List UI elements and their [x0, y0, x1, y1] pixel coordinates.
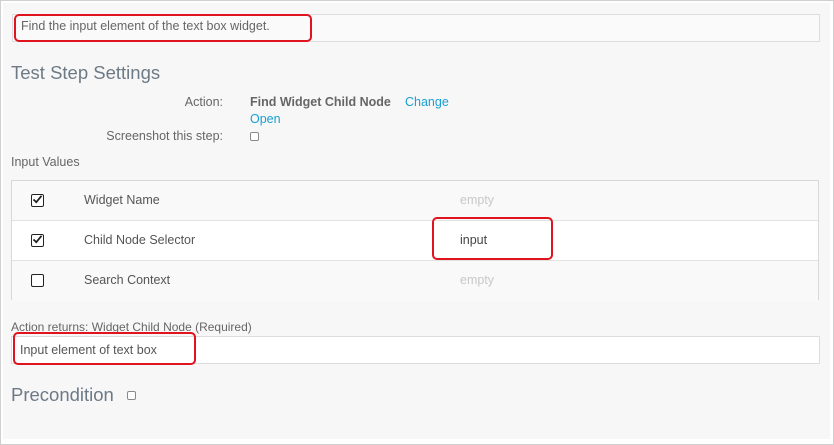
section-title-test-step-settings: Test Step Settings [11, 62, 161, 83]
checkmark-icon [32, 195, 43, 204]
input-values-label: Input Values [11, 155, 80, 169]
row-name: Search Context [84, 273, 171, 287]
section-title-precondition: Precondition [11, 384, 114, 405]
highlight-box-description [14, 14, 312, 42]
open-action-link[interactable]: Open [250, 112, 281, 126]
action-value: Find Widget Child Node [250, 95, 391, 109]
row-checkbox-unchecked[interactable] [31, 274, 44, 287]
table-row: Search Context empty [12, 261, 818, 301]
highlight-box-return-value [13, 332, 196, 365]
table-row: Child Node Selector input [12, 221, 818, 261]
row-value[interactable]: empty [460, 193, 494, 207]
row-value[interactable]: empty [460, 273, 494, 287]
table-row: Widget Name empty [12, 181, 818, 221]
precondition-checkbox[interactable] [127, 391, 136, 400]
screenshot-label: Screenshot this step: [106, 129, 223, 143]
row-checkbox-checked[interactable] [31, 234, 44, 247]
highlight-box-child-node-value [432, 217, 553, 260]
change-action-link[interactable]: Change [405, 95, 449, 109]
screenshot-checkbox[interactable] [250, 132, 259, 141]
action-label: Action: [184, 95, 223, 109]
row-name: Widget Name [84, 193, 160, 207]
checkmark-icon [32, 235, 43, 244]
row-name: Child Node Selector [84, 233, 196, 247]
row-checkbox-checked[interactable] [31, 194, 44, 207]
input-values-table: Widget Name empty Child Node Selector in… [11, 180, 819, 301]
